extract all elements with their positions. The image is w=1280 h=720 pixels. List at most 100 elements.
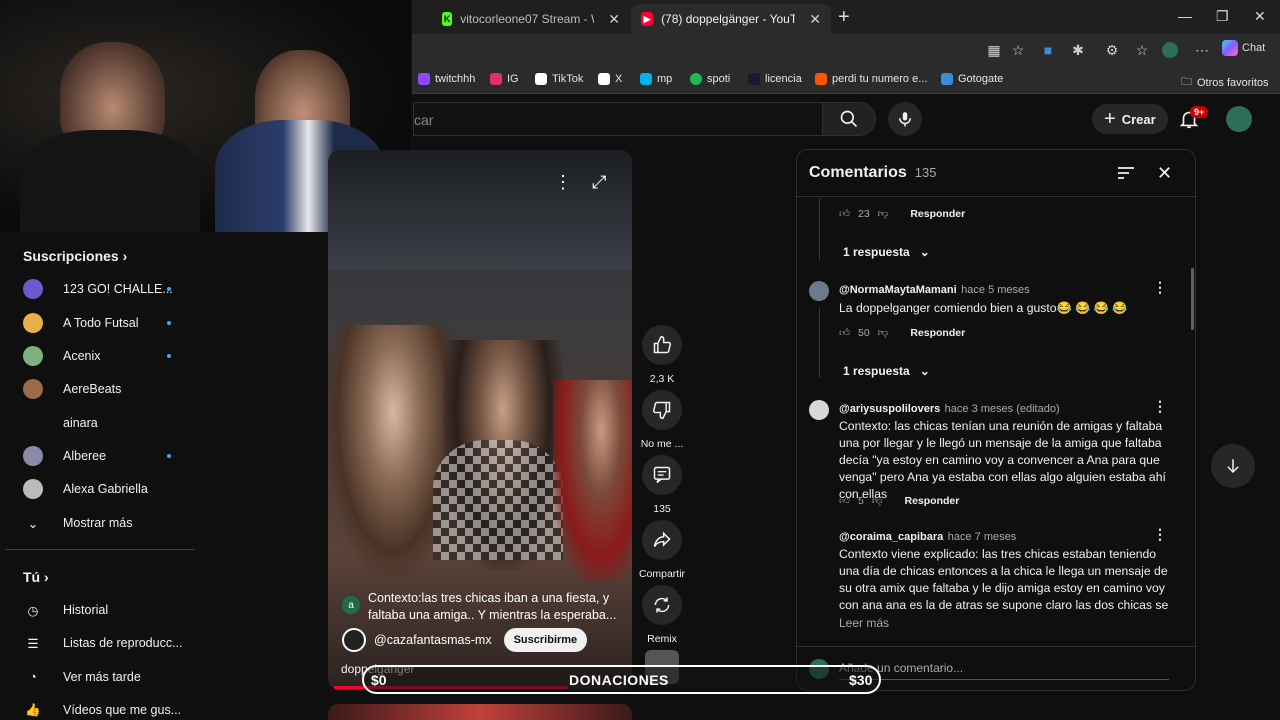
bookmark-soundcloud[interactable]: perdi tu numero e... [815,73,927,85]
next-short-thumbnail[interactable] [328,704,632,720]
bookmark-gotogate[interactable]: Gotogate [941,73,1003,85]
read-more-link[interactable]: Leer más [839,616,889,630]
copilot-chat-button[interactable]: Chat [1222,40,1265,56]
short-channel-row: @cazafantasmas-mx Suscribirme [342,628,588,652]
comments-scrollbar[interactable] [1191,268,1194,330]
view-replies-button[interactable]: 1 respuesta ⌄ [843,245,930,259]
more-options-icon[interactable]: ⋮ [554,172,572,193]
thumbs-down-icon[interactable]: 👎︎ [878,326,889,339]
thumbs-down-icon[interactable]: 👎︎ [878,207,889,220]
subscriptions-heading[interactable]: Suscripciones › [23,248,127,264]
extension-icon[interactable]: ■ [1040,42,1056,58]
bookmark-licencia[interactable]: licencia [748,73,802,85]
comment-author[interactable]: @coraima_capibara [839,531,943,543]
notifications-badge: 9+ [1190,106,1209,118]
short-video-player[interactable]: ⋮ ⤢ a Contexto:las tres chicas iban a un… [328,150,632,690]
search-button[interactable] [822,102,876,136]
tab-youtube[interactable]: ▶ (78) doppelgänger - YouTube ✕ [631,4,831,34]
search-input[interactable]: car [413,102,822,136]
comment-menu-icon[interactable]: ⋮ [1153,279,1167,296]
extensions-puzzle-icon[interactable]: ✱ [1070,42,1086,58]
maximize-icon[interactable]: ❐ [1216,8,1229,25]
channel-name[interactable]: @cazafantasmas-mx [374,633,492,647]
sidebar-item-watch-later[interactable]: ◔ Ver más tarde [23,665,141,689]
sidebar-sub-alexagabriella[interactable]: Alexa Gabriella [23,477,148,501]
performance-icon[interactable]: ⚙ [1104,42,1120,58]
comment-author[interactable]: @ariysuspolilovers [839,403,940,415]
dislike-button[interactable] [642,390,682,430]
view-replies-button[interactable]: 1 respuesta ⌄ [843,364,930,378]
comments-header: Comentarios 135 [809,164,937,181]
more-menu-icon[interactable]: ⋯ [1194,42,1210,58]
bookmark-tiktok[interactable]: TikTok [535,73,583,85]
sidebar-sub-alberee[interactable]: Alberee [23,444,171,468]
sidebar-sub-atodofutsal[interactable]: A Todo Futsal [23,311,171,335]
fullscreen-icon[interactable]: ⤢ [592,172,606,193]
profile-avatar[interactable] [1162,42,1178,58]
sidebar-sub-aerebeats[interactable]: AereBeats [23,377,121,401]
thumbs-up-icon[interactable]: 👍︎ [839,207,850,220]
close-window-icon[interactable]: ✕ [1254,8,1266,25]
split-screen-icon[interactable]: ▦ [986,42,1002,58]
like-button[interactable] [642,325,682,365]
thumbs-up-icon[interactable]: 👍︎ [839,494,850,507]
tab-stream[interactable]: K vitocorleone07 Stream - Watch Liv ✕ [432,4,630,34]
comment-icon [653,466,671,484]
close-tab-icon[interactable]: ✕ [809,11,821,28]
collections-icon[interactable]: ☆ [1134,42,1150,58]
dislike-action: No me ... [638,390,686,450]
sidebar-sub-123go[interactable]: 123 GO! CHALLE... [23,277,173,301]
like-count: 23 [857,207,870,220]
bookmark-twitch[interactable]: twitchhh [418,73,475,85]
chevron-right-icon: › [122,248,128,264]
sidebar-item-history[interactable]: ◷ Historial [23,598,109,622]
bookmark-mp[interactable]: mp [640,73,672,85]
minimize-icon[interactable]: — [1178,8,1192,24]
comment-avatar[interactable] [809,281,829,301]
bookmark-spotify[interactable]: spoti [690,73,730,85]
other-favorites[interactable]: 🗀 Otros favoritos [1181,73,1269,92]
comment-menu-icon[interactable]: ⋮ [1153,526,1167,543]
remix-button[interactable] [642,585,682,625]
sort-icon[interactable] [1117,165,1135,181]
new-tab-icon[interactable]: + [838,6,850,29]
comment-menu-icon[interactable]: ⋮ [1153,398,1167,415]
comment-time[interactable]: hace 7 meses [948,531,1016,543]
comment-time[interactable]: hace 3 meses (editado) [945,403,1060,415]
favorite-star-icon[interactable]: ☆ [1010,42,1026,58]
channel-avatar [23,346,43,366]
voice-search-button[interactable] [888,102,922,136]
next-short-button[interactable] [1211,444,1255,488]
like-count: 2,3 K [649,373,675,385]
short-description[interactable]: a Contexto:las tres chicas iban a una fi… [342,590,622,624]
comment-header: @ariysuspolilovers hace 3 meses (editado… [839,399,1060,417]
reply-button[interactable]: Responder [910,208,965,220]
reply-button[interactable]: Responder [910,327,965,339]
close-comments-icon[interactable]: ✕ [1157,163,1172,184]
comment-avatar[interactable] [809,400,829,420]
like-count: 5 [857,494,864,507]
show-more-button[interactable]: ⌄ Mostrar más [23,511,133,535]
copilot-icon [1222,40,1238,56]
share-button[interactable] [642,520,682,560]
bookmark-instagram[interactable]: IG [490,73,519,85]
thumbs-up-icon[interactable]: 👍︎ [839,326,850,339]
reply-button[interactable]: Responder [905,495,960,507]
create-button[interactable]: + Crear [1092,104,1168,134]
sidebar-item-liked-videos[interactable]: 👍 Vídeos que me gus... [23,698,181,720]
subscribe-button[interactable]: Suscribirme [503,628,588,652]
channel-avatar[interactable] [342,628,366,652]
account-avatar[interactable] [1226,106,1252,132]
comment-time[interactable]: hace 5 meses [961,284,1029,296]
thumbs-down-icon[interactable]: 👎︎ [872,494,883,507]
arrow-down-icon [1227,459,1239,474]
you-heading[interactable]: Tú › [23,569,49,585]
comment-author[interactable]: @NormaMaytaMamani [839,284,957,296]
sidebar-sub-acenix[interactable]: Acenix [23,344,171,368]
close-tab-icon[interactable]: ✕ [608,11,620,28]
share-action: Compartir [638,520,686,580]
sidebar-sub-ainara[interactable]: ainara [23,411,98,435]
comments-button[interactable] [642,455,682,495]
sidebar-item-playlists[interactable]: ☰ Listas de reproducc... [23,631,182,655]
bookmark-x[interactable]: X [598,73,622,85]
